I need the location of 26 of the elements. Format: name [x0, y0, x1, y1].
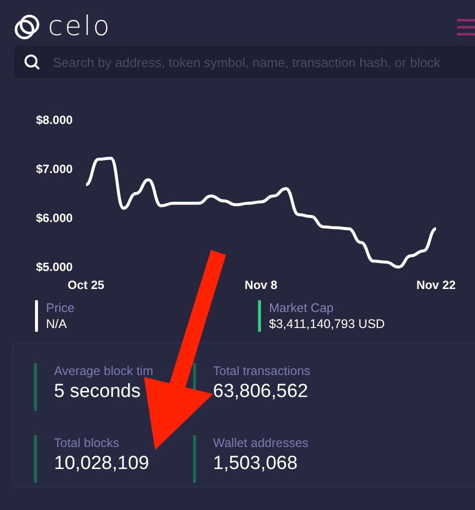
- legend-label: Price: [46, 300, 74, 316]
- stat-value: 1,503,068: [213, 452, 299, 476]
- axis-label: Nov 22: [416, 278, 456, 292]
- axis-label: Nov 8: [244, 278, 278, 292]
- stat-label: Total transactions: [213, 363, 310, 379]
- legend-label: Market Cap: [269, 300, 335, 316]
- stat-label: Average block tim: [54, 363, 154, 379]
- stat-label: Wallet addresses: [213, 434, 308, 450]
- axis-label: $6.000: [36, 211, 73, 225]
- legend-value: $3,411,140,793 USD: [269, 316, 385, 332]
- stat-value: 10,028,109: [54, 452, 150, 476]
- axis-label: $5.000: [36, 260, 73, 274]
- stat-label: Total blocks: [54, 434, 120, 450]
- axis-label: Oct 25: [68, 278, 104, 292]
- menu-icon[interactable]: [457, 17, 475, 37]
- stat-marker: [193, 434, 196, 482]
- stat-value: 63,806,562: [213, 380, 310, 404]
- legend-value: N/A: [46, 316, 68, 332]
- search-icon: [24, 54, 40, 70]
- axis-label: $7.000: [36, 162, 73, 176]
- axis-label: $8.000: [36, 113, 73, 127]
- logo-icon: [14, 14, 40, 40]
- stat-value: 5 seconds: [54, 380, 142, 404]
- logo-text: celo: [48, 12, 112, 42]
- stat-marker: [34, 363, 37, 411]
- stat-marker: [34, 434, 37, 482]
